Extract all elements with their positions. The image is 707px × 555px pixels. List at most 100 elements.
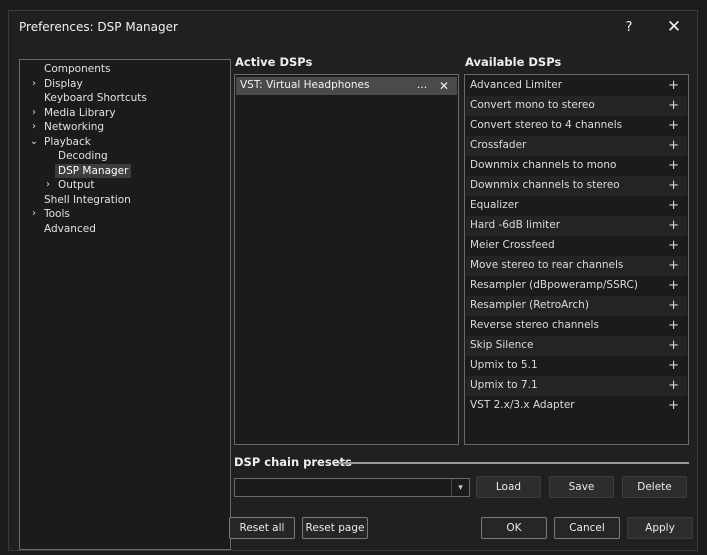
presets-dropdown[interactable]: ▾ [234, 478, 470, 497]
available-dsp-label: Upmix to 7.1 [470, 379, 538, 391]
available-dsp-label: Downmix channels to mono [470, 159, 617, 171]
available-dsp-item[interactable]: Resampler (RetroArch) + [466, 296, 687, 316]
tree-item[interactable]: › Tools [20, 207, 230, 222]
available-dsp-item[interactable]: Meier Crossfeed + [466, 236, 687, 256]
add-icon[interactable]: + [668, 138, 679, 153]
chevron-right-icon[interactable]: › [43, 178, 53, 193]
available-dsp-label: Resampler (dBpoweramp/SSRC) [470, 279, 638, 291]
add-icon[interactable]: + [668, 218, 679, 233]
available-dsp-label: Move stereo to rear channels [470, 259, 624, 271]
add-icon[interactable]: + [668, 338, 679, 353]
add-icon[interactable]: + [668, 398, 679, 413]
tree-item[interactable]: › Display [20, 77, 230, 92]
tree-item-label: Networking [44, 121, 105, 133]
preferences-tree: Components › Display Keyboard Shortcuts › Med… [19, 59, 231, 550]
available-dsp-label: Downmix channels to stereo [470, 179, 620, 191]
tree-item-label: Output [58, 179, 95, 191]
active-dsps-list[interactable]: VST: Virtual Headphones ... ✕ [234, 74, 459, 445]
chevron-down-icon[interactable]: ▾ [451, 479, 469, 496]
active-dsp-item[interactable]: VST: Virtual Headphones ... ✕ [236, 77, 457, 95]
add-icon[interactable]: + [668, 318, 679, 333]
available-dsp-label: Meier Crossfeed [470, 239, 555, 251]
available-dsp-label: Upmix to 5.1 [470, 359, 538, 371]
apply-button[interactable]: Apply [627, 517, 693, 539]
active-dsps-heading: Active DSPs [235, 55, 313, 69]
available-dsp-item[interactable]: Convert stereo to 4 channels + [466, 116, 687, 136]
tree-item-label: Playback [44, 135, 91, 148]
add-icon[interactable]: + [668, 258, 679, 273]
add-icon[interactable]: + [668, 178, 679, 193]
available-dsp-item[interactable]: Downmix channels to mono + [466, 156, 687, 176]
available-dsp-item[interactable]: Crossfader + [466, 136, 687, 156]
available-dsp-label: Reverse stereo channels [470, 319, 599, 331]
available-dsp-label: VST 2.x/3.x Adapter [470, 399, 575, 411]
help-button[interactable]: ? [607, 11, 651, 43]
chevron-right-icon[interactable]: › [29, 120, 39, 135]
reset-all-button[interactable]: Reset all [229, 517, 295, 539]
tree-item-label: Components [44, 63, 111, 75]
tree-item[interactable]: Decoding [20, 149, 230, 164]
available-dsps-list[interactable]: Advanced Limiter + Convert mono to stereo +… [464, 74, 689, 445]
cancel-button[interactable]: Cancel [554, 517, 620, 539]
tree-item[interactable]: › Media Library [20, 106, 230, 121]
available-dsp-item[interactable]: Hard -6dB limiter + [466, 216, 687, 236]
available-dsp-item[interactable]: Equalizer + [466, 196, 687, 216]
tree-item[interactable]: Shell Integration [20, 193, 230, 208]
add-icon[interactable]: + [668, 378, 679, 393]
tree-item-label: Media Library [44, 106, 116, 119]
ok-button[interactable]: OK [481, 517, 547, 539]
chevron-right-icon[interactable]: › [29, 207, 39, 222]
available-dsp-item[interactable]: Skip Silence + [466, 336, 687, 356]
available-dsp-label: Skip Silence [470, 339, 534, 351]
tree-item[interactable]: Keyboard Shortcuts [20, 91, 230, 106]
available-dsps-heading: Available DSPs [465, 55, 562, 69]
available-dsp-item[interactable]: Resampler (dBpoweramp/SSRC) + [466, 276, 687, 296]
chevron-down-icon[interactable]: ⌄ [29, 135, 39, 150]
tree-item[interactable]: › Output [20, 178, 230, 193]
add-icon[interactable]: + [668, 238, 679, 253]
tree-item-label: Shell Integration [44, 193, 131, 206]
window-title: Preferences: DSP Manager [19, 20, 178, 34]
available-dsp-item[interactable]: VST 2.x/3.x Adapter + [466, 396, 687, 416]
add-icon[interactable]: + [668, 298, 679, 313]
delete-preset-button[interactable]: Delete [622, 476, 687, 498]
tree-item-label: DSP Manager [55, 163, 132, 178]
dsp-chain-presets-heading: DSP chain presets [234, 455, 352, 469]
tree-item-label: Display [44, 77, 83, 90]
tree-item[interactable]: ⌄ Playback [20, 135, 230, 150]
add-icon[interactable]: + [668, 358, 679, 373]
load-preset-button[interactable]: Load [476, 476, 541, 498]
available-dsp-item[interactable]: Move stereo to rear channels + [466, 256, 687, 276]
close-button[interactable]: ✕ [652, 11, 696, 43]
tree-item-label: Decoding [58, 150, 108, 162]
tree-item[interactable]: Components [20, 62, 230, 77]
available-dsp-item[interactable]: Upmix to 7.1 + [466, 376, 687, 396]
title-bar: Preferences: DSP Manager ? ✕ [9, 11, 697, 43]
add-icon[interactable]: + [668, 98, 679, 113]
tree-item-label: Advanced [44, 222, 96, 235]
save-preset-button[interactable]: Save [549, 476, 614, 498]
configure-dsp-button[interactable]: ... [414, 77, 430, 95]
reset-page-button[interactable]: Reset page [302, 517, 368, 539]
available-dsp-label: Resampler (RetroArch) [470, 299, 589, 311]
available-dsp-item[interactable]: Convert mono to stereo + [466, 96, 687, 116]
add-icon[interactable]: + [668, 198, 679, 213]
tree-item-label: Tools [44, 208, 70, 220]
available-dsp-label: Crossfader [470, 139, 527, 151]
chevron-right-icon[interactable]: › [29, 77, 39, 92]
available-dsp-item[interactable]: Advanced Limiter + [466, 76, 687, 96]
add-icon[interactable]: + [668, 158, 679, 173]
tree-item[interactable]: DSP Manager [20, 163, 230, 178]
tree-item[interactable]: Advanced [20, 222, 230, 237]
tree-item[interactable]: › Networking [20, 120, 230, 135]
available-dsp-item[interactable]: Upmix to 5.1 + [466, 356, 687, 376]
chevron-right-icon[interactable]: › [29, 106, 39, 121]
available-dsp-item[interactable]: Downmix channels to stereo + [466, 176, 687, 196]
presets-divider [339, 462, 689, 464]
add-icon[interactable]: + [668, 118, 679, 133]
available-dsp-item[interactable]: Reverse stereo channels + [466, 316, 687, 336]
remove-dsp-button[interactable]: ✕ [436, 77, 452, 95]
available-dsp-label: Convert stereo to 4 channels [470, 119, 623, 131]
add-icon[interactable]: + [668, 78, 679, 93]
add-icon[interactable]: + [668, 278, 679, 293]
